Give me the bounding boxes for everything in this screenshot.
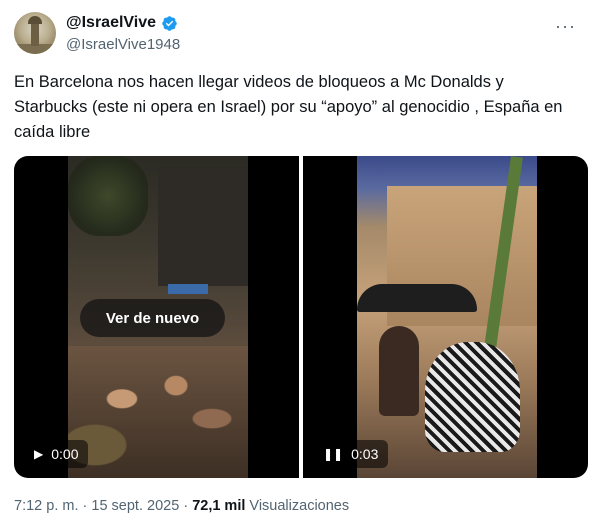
meta-separator-2: · <box>183 498 189 514</box>
video-1-crowd <box>68 346 248 478</box>
tweet-time[interactable]: 7:12 p. m. <box>14 498 78 514</box>
video-1-controls[interactable]: ▶ 0:00 <box>24 440 89 468</box>
author-handle[interactable]: @IsraelVive1948 <box>66 36 180 53</box>
views-count: 72,1 mil <box>192 498 246 514</box>
video-2-umbrella <box>357 284 477 312</box>
author-display-name[interactable]: @IsraelVive <box>66 14 156 32</box>
ellipsis-icon[interactable]: ··· <box>555 16 576 37</box>
name-row: @IsraelVive <box>66 14 178 32</box>
play-icon[interactable]: ▶ <box>34 447 43 461</box>
media-container: Ver de nuevo ▶ 0:00 ❚❚ 0:03 <box>14 156 588 478</box>
avatar-dome <box>28 16 42 24</box>
video-1-building <box>158 166 248 286</box>
video-1-tree <box>68 156 148 236</box>
views-label: Visualizaciones <box>249 498 350 514</box>
avatar[interactable] <box>14 12 56 54</box>
tweet-text: En Barcelona nos hacen llegar videos de … <box>14 73 563 141</box>
video-1-sign <box>168 284 208 294</box>
tweet-date[interactable]: 15 sept. 2025 <box>91 498 179 514</box>
video-2-frame <box>357 156 537 478</box>
meta-separator: · <box>82 498 88 514</box>
video-1-time: 0:00 <box>51 446 79 462</box>
video-player-1[interactable]: Ver de nuevo ▶ 0:00 <box>14 156 299 478</box>
replay-button[interactable]: Ver de nuevo <box>80 299 225 337</box>
video-2-time: 0:03 <box>351 446 379 462</box>
tweet-header: @IsraelVive @IsraelVive1948 ··· <box>14 12 582 60</box>
verified-badge-icon <box>162 15 177 31</box>
video-2-controls[interactable]: ❚❚ 0:03 <box>313 440 389 468</box>
video-player-2[interactable]: ❚❚ 0:03 <box>303 156 588 478</box>
video-2-keffiyeh <box>425 342 520 452</box>
tweet-meta: 7:12 p. m. · 15 sept. 2025 · 72,1 mil Vi… <box>14 498 349 514</box>
video-2-person <box>379 326 419 416</box>
pause-icon[interactable]: ❚❚ <box>323 447 343 461</box>
